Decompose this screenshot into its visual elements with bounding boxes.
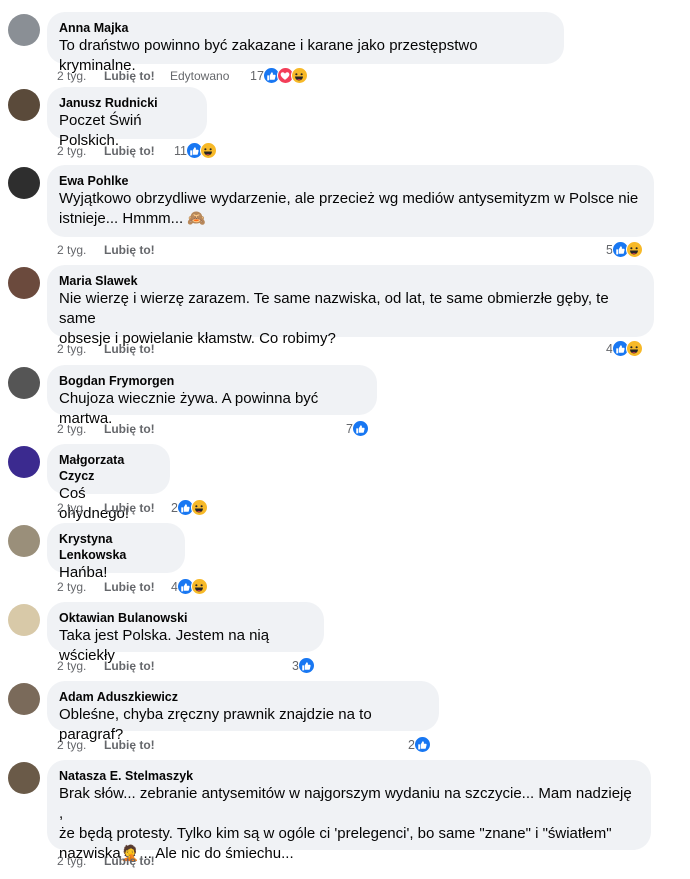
like-button[interactable]: Lubię to! xyxy=(104,500,170,516)
comment-actions: 2 tyg. Lubię to! xyxy=(57,579,170,595)
comment-text: Brak słów... zebranie antysemitów w najg… xyxy=(59,785,632,862)
comment-timestamp[interactable]: 2 tyg. xyxy=(57,242,104,258)
avatar[interactable] xyxy=(8,367,40,399)
reactions-summary[interactable]: 17 xyxy=(250,67,308,84)
comment-timestamp[interactable]: 2 tyg. xyxy=(57,500,104,516)
comment-author[interactable]: Maria Slawek xyxy=(59,273,642,289)
avatar[interactable] xyxy=(8,525,40,557)
comment-timestamp[interactable]: 2 tyg. xyxy=(57,421,104,437)
haha-icon xyxy=(625,340,643,357)
comment-author[interactable]: Ewa Pohlke xyxy=(59,173,642,189)
haha-icon xyxy=(190,578,208,595)
comment-actions: 2 tyg. Lubię to! xyxy=(57,421,170,437)
haha-icon xyxy=(290,67,308,84)
reactions-summary[interactable]: 2 xyxy=(408,736,431,753)
comment-bubble: Janusz Rudnicki Poczet Świń Polskich. xyxy=(47,87,207,149)
comment-bubble: Oktawian Bulanowski Taka jest Polska. Jes… xyxy=(47,602,324,664)
like-icon xyxy=(413,736,431,753)
avatar[interactable] xyxy=(8,167,40,199)
comment-author[interactable]: Anna Majka xyxy=(59,20,552,36)
comment-actions: 2 tyg. Lubię to! xyxy=(57,500,170,516)
like-button[interactable]: Lubię to! xyxy=(104,421,170,437)
comment-author[interactable]: Natasza E. Stelmaszyk xyxy=(59,768,639,784)
avatar[interactable] xyxy=(8,89,40,121)
comment-text: Wyjątkowo obrzydliwe wydarzenie, ale prz… xyxy=(59,190,639,227)
reactions-summary[interactable]: 7 xyxy=(346,420,369,437)
reactions-summary[interactable]: 4 xyxy=(606,340,643,357)
like-button[interactable]: Lubię to! xyxy=(104,737,170,753)
like-button[interactable]: Lubię to! xyxy=(104,579,170,595)
comment-bubble: Bogdan Frymorgen Chujoza wiecznie żywa. A… xyxy=(47,365,377,427)
comment-bubble: Krystyna Lenkowska Hańba! xyxy=(47,523,185,581)
comment-timestamp[interactable]: 2 tyg. xyxy=(57,737,104,753)
avatar[interactable] xyxy=(8,14,40,46)
reactions-summary[interactable]: 5 xyxy=(606,241,643,258)
haha-icon xyxy=(625,241,643,258)
comment-bubble: Ewa Pohlke Wyjątkowo obrzydliwe wydarzeni… xyxy=(47,165,654,237)
comment-author[interactable]: Krystyna Lenkowska xyxy=(59,531,173,563)
comment-actions: 2 tyg. Lubię to! xyxy=(57,242,170,258)
comment-author[interactable]: Janusz Rudnicki xyxy=(59,95,195,111)
like-icon xyxy=(351,420,369,437)
comment-bubble: Anna Majka To draństwo powinno być zakaza… xyxy=(47,12,564,74)
avatar[interactable] xyxy=(8,683,40,715)
edited-label: Edytowano xyxy=(170,69,230,83)
comment-bubble: Natasza E. Stelmaszyk Brak słów... zebran… xyxy=(47,760,651,862)
reactions-summary[interactable]: 4 xyxy=(171,578,208,595)
comment-bubble: Adam Aduszkiewicz Obleśne, chyba zręczny … xyxy=(47,681,439,743)
haha-icon xyxy=(190,499,208,516)
avatar[interactable] xyxy=(8,267,40,299)
comment-actions: 2 tyg. Lubię to! xyxy=(57,143,170,159)
comment-author[interactable]: Oktawian Bulanowski xyxy=(59,610,312,626)
comment-actions: 2 tyg. Lubię to! Edytowano xyxy=(57,68,250,84)
comment-author[interactable]: Bogdan Frymorgen xyxy=(59,373,365,389)
comment-text: Nie wierzę i wierzę zarazem. Te same naz… xyxy=(59,290,609,347)
like-button[interactable]: Lubię to! xyxy=(104,143,170,159)
comment-timestamp[interactable]: 2 tyg. xyxy=(57,341,104,357)
reactions-summary[interactable]: 3 xyxy=(292,657,315,674)
comment-timestamp[interactable]: 2 tyg. xyxy=(57,68,104,84)
reaction-count: 17 xyxy=(250,68,264,83)
comment-actions: 2 tyg. Lubię to! xyxy=(57,341,170,357)
comment-actions: 2 tyg. Lubię to! xyxy=(57,853,170,869)
avatar[interactable] xyxy=(8,762,40,794)
like-button[interactable]: Lubię to! xyxy=(104,68,170,84)
comment-bubble: Maria Slawek Nie wierzę i wierzę zarazem.… xyxy=(47,265,654,347)
comment-timestamp[interactable]: 2 tyg. xyxy=(57,658,104,674)
comment-timestamp[interactable]: 2 tyg. xyxy=(57,143,104,159)
like-button[interactable]: Lubię to! xyxy=(104,341,170,357)
reactions-summary[interactable]: 2 xyxy=(171,499,208,516)
comment-actions: 2 tyg. Lubię to! xyxy=(57,737,170,753)
like-icon xyxy=(297,657,315,674)
comment-actions: 2 tyg. Lubię to! xyxy=(57,658,170,674)
reactions-summary[interactable]: 11 xyxy=(174,142,217,159)
like-button[interactable]: Lubię to! xyxy=(104,242,170,258)
comment-author[interactable]: Adam Aduszkiewicz xyxy=(59,689,427,705)
comment-timestamp[interactable]: 2 tyg. xyxy=(57,853,104,869)
comment-timestamp[interactable]: 2 tyg. xyxy=(57,579,104,595)
like-button[interactable]: Lubię to! xyxy=(104,658,170,674)
avatar[interactable] xyxy=(8,604,40,636)
comment-author[interactable]: Małgorzata Czycz xyxy=(59,452,158,484)
like-button[interactable]: Lubię to! xyxy=(104,853,170,869)
avatar[interactable] xyxy=(8,446,40,478)
haha-icon xyxy=(199,142,217,159)
comment-bubble: Małgorzata Czycz Coś ohydnego! xyxy=(47,444,170,522)
